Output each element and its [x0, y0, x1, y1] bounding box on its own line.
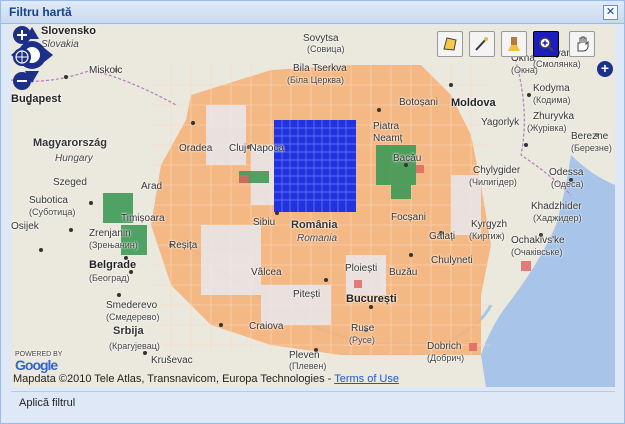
map-label-budapest: Budapest — [11, 93, 62, 105]
map-label-smolyanka-cyr: (Смолянка) — [533, 59, 581, 69]
map-label-ochakivske: Ochakivs'ke — [511, 235, 565, 246]
map-label-bacau: Bacău — [393, 153, 422, 164]
map-label-hungary: Hungary — [55, 153, 93, 164]
map-label-magyarorszag: Magyarország — [33, 137, 107, 149]
map-label-osijek: Osijek — [11, 221, 39, 232]
map-label-cluj: Cluj-Napoca — [229, 143, 285, 154]
map-label-craiova: Craiova — [249, 321, 284, 332]
map-label-smederevo-cyr: (Смедерево) — [106, 312, 160, 322]
terms-of-use-link[interactable]: Terms of Use — [334, 373, 399, 385]
map-label-bila-cyr: (Біла Церква) — [287, 75, 344, 85]
map-label-kyrgyzh-cyr: (Киргиж) — [469, 231, 505, 241]
map-filter-window: Filtru hartă ✕ Slovensko Slovakia Miskol… — [0, 0, 625, 424]
map-label-chylygider: Chylygider — [473, 165, 521, 176]
map-label-moldova: Moldova — [451, 97, 496, 109]
google-logo: Google — [15, 357, 58, 373]
map-label-zrenjanin: Zrenjanin — [89, 228, 131, 239]
map-label-resita: Reșița — [169, 240, 198, 251]
map-label-odessa: Odessa — [549, 167, 584, 178]
map-label-smederevo: Smederevo — [106, 300, 158, 311]
map-label-timisoara: Timișoara — [121, 213, 165, 224]
map-label-kragujevac: (Крагујевац) — [109, 341, 160, 351]
map-label-romania: România — [291, 219, 338, 231]
map-label-szeged: Szeged — [53, 177, 87, 188]
map-label-zrenjanin-cyr: (Зрењанин) — [89, 240, 138, 250]
map-label-dobrich-cyr: (Добрич) — [427, 353, 465, 363]
map-label-focsani: Focșani — [391, 212, 427, 223]
apply-filter-button[interactable]: Aplică filtrul — [11, 392, 83, 414]
map-label-belgrade-cyr: (Београд) — [89, 273, 130, 283]
map-label-bila-tserkva: Bila Tserkva — [293, 63, 347, 74]
eraser-tool-icon[interactable] — [501, 31, 527, 57]
map-label-bucuresti: București — [346, 293, 397, 305]
map-label-berezne: Berezne — [571, 131, 609, 142]
map-label-chulyneti: Chulyneti — [431, 255, 473, 266]
map-label-sibiu: Sibiu — [253, 217, 276, 228]
map-label-subotica-cyr: (Суботица) — [29, 207, 76, 217]
map-label-sovytsa: Sovytsa — [303, 33, 339, 44]
map-attribution: Mapdata ©2010 Tele Atlas, Transnavicom, … — [13, 373, 399, 385]
window-titlebar: Filtru hartă ✕ — [1, 1, 624, 24]
window-title: Filtru hartă — [9, 5, 72, 19]
map-label-berezne-cyr: (Березне) — [571, 143, 612, 153]
polygon-tool-icon[interactable] — [437, 31, 463, 57]
zoom-control[interactable] — [11, 25, 33, 91]
map-label-oradea: Oradea — [179, 143, 213, 154]
map-label-buzau: Buzău — [389, 267, 418, 278]
map-label-subotica: Subotica — [29, 195, 68, 206]
map-label-dobrich: Dobrich — [427, 341, 462, 352]
map-label-khadzhider: Khadzhider — [531, 201, 582, 212]
map-label-zhuryvka: Zhuryvka — [533, 111, 575, 122]
map-label-ploiesti: Ploiești — [345, 263, 378, 274]
map-view[interactable]: Slovensko Slovakia Miskolc Budapest Magy… — [11, 25, 615, 387]
pan-tool-icon[interactable] — [569, 31, 595, 57]
zoom-tool-icon[interactable] — [533, 31, 559, 57]
map-label-arad: Arad — [141, 181, 163, 192]
map-label-ruse-cyr: (Русе) — [349, 335, 375, 345]
map-label-miskolc: Miskolc — [89, 65, 123, 76]
expand-plus-icon[interactable]: + — [597, 61, 613, 77]
window-footer: Aplică filtrul — [11, 391, 615, 416]
map-label-pitesti: Pitești — [293, 289, 321, 300]
map-label-romania-en: Romania — [297, 233, 338, 244]
map-label-botosani: Botoșani — [399, 97, 438, 108]
map-label-kyrgyzh: Kyrgyzh — [471, 219, 508, 230]
map-label-ochakivske-cyr: (Очаківське) — [511, 247, 563, 257]
map-label-valcea: Vâlcea — [251, 267, 282, 278]
map-label-galati: Galați — [429, 231, 456, 242]
map-label-pleven-cyr: (Плевен) — [289, 361, 327, 371]
map-label-zhuryvka-cyr: (Журівка) — [527, 123, 567, 133]
map-label-kodyma-cyr: (Кодима) — [533, 95, 571, 105]
map-label-srbija: Srbija — [113, 325, 144, 337]
map-label-belgrade: Belgrade — [89, 259, 137, 271]
draw-tool-icon[interactable] — [469, 31, 495, 57]
map-label-krusevac: Kruševac — [151, 355, 193, 366]
map-label-chylygider-cyr: (Чилигідер) — [469, 177, 517, 187]
map-label-khadzhider-cyr: (Хаджидер) — [533, 213, 582, 223]
map-label-piatra: Piatra — [373, 121, 400, 132]
map-label-pleven: Pleven — [289, 350, 320, 361]
powered-by-label: POWERED BY — [15, 351, 63, 358]
map-label-odessa-cyr: (Одеса) — [551, 179, 584, 189]
map-label-neamt: Neamț — [373, 133, 403, 144]
map-label-yagorlyk: Yagorlyk — [481, 117, 520, 128]
map-label-sovytsa-cyr: (Совица) — [307, 44, 345, 54]
close-button[interactable]: ✕ — [603, 5, 618, 20]
map-label-ruse: Ruse — [351, 323, 375, 334]
map-label-kodyma: Kodyma — [533, 83, 570, 94]
